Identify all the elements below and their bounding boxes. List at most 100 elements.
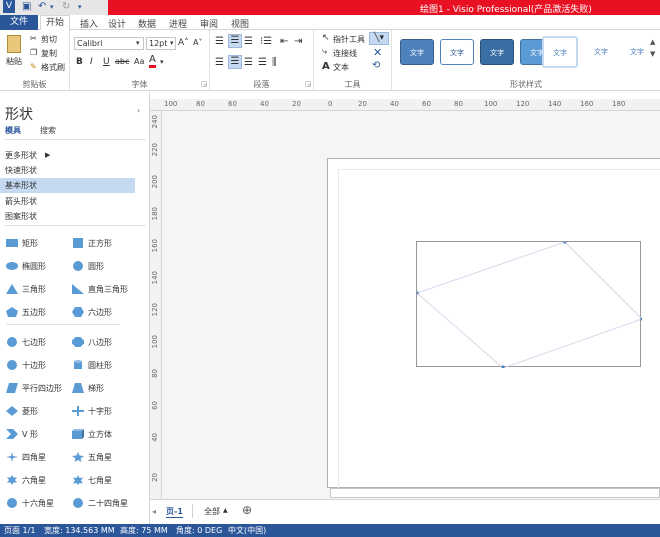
bold-icon[interactable]: B xyxy=(76,57,83,67)
font-name-chevron-down-icon[interactable]: ▾ xyxy=(136,39,140,47)
shape-style-6[interactable]: 文字 xyxy=(584,39,618,65)
drawing-page[interactable] xyxy=(327,158,660,489)
shape-style-1[interactable]: 文字 xyxy=(400,39,434,65)
ruler-label: 40 xyxy=(390,100,399,108)
category-pattern-shapes[interactable]: 图案形状 xyxy=(5,211,37,222)
align-left-icon[interactable]: ☰ xyxy=(215,57,224,68)
redo-icon[interactable]: ↻ xyxy=(62,1,70,12)
font-case-icon[interactable]: Aa xyxy=(134,57,144,66)
previous-page-icon[interactable]: ◂ xyxy=(152,507,156,516)
increase-indent-icon[interactable]: ⇥ xyxy=(294,36,302,47)
panel-divider xyxy=(4,225,146,226)
format-painter-icon[interactable]: ✎ xyxy=(30,62,37,71)
align-center-icon[interactable]: ☰ xyxy=(228,55,242,69)
five-point-star-icon xyxy=(72,452,84,462)
grow-font-icon[interactable]: A˄ xyxy=(178,38,189,48)
category-more-shapes[interactable]: 更多形状 xyxy=(5,150,37,161)
pointer-tool-button[interactable]: 指针工具 xyxy=(333,34,365,45)
decrease-indent-icon[interactable]: ⇤ xyxy=(280,36,288,47)
shape-styles-group-label: 形状样式 xyxy=(510,80,542,89)
category-arrow-shapes[interactable]: 箭头形状 xyxy=(5,196,37,207)
all-pages-button[interactable]: 全部 xyxy=(204,506,220,517)
cut-button[interactable]: 剪切 xyxy=(41,34,57,45)
styles-scroll-up-icon[interactable]: ▲ xyxy=(650,38,655,46)
align-right-icon[interactable]: ☰ xyxy=(244,57,253,68)
align-bottom-icon[interactable]: ☰ xyxy=(244,36,253,47)
text-tool-icon[interactable]: A xyxy=(322,61,330,72)
tab-insert[interactable]: 插入 xyxy=(80,17,98,30)
line-tool-icon[interactable]: ╲▾ xyxy=(369,32,389,45)
drawing-canvas[interactable] xyxy=(162,111,660,499)
paste-icon[interactable] xyxy=(7,35,21,53)
paste-button[interactable]: 粘贴 xyxy=(6,56,22,67)
font-dialog-launcher-icon[interactable]: ◲ xyxy=(201,80,208,88)
format-painter-button[interactable]: 格式刷 xyxy=(41,62,65,73)
save-icon[interactable]: ▣ xyxy=(22,1,31,12)
tab-stencils[interactable]: 模具 xyxy=(5,125,21,136)
tab-design[interactable]: 设计 xyxy=(108,17,126,30)
ruler-label: 80 xyxy=(151,369,159,378)
add-page-icon[interactable]: ⊕ xyxy=(242,503,252,517)
undo-dropdown-icon[interactable]: ▾ xyxy=(50,3,54,11)
align-top-icon[interactable]: ☰ xyxy=(215,36,224,47)
copy-button[interactable]: 复制 xyxy=(41,48,57,59)
styles-scroll-down-icon[interactable]: ▼ xyxy=(650,50,655,58)
connector-button[interactable]: 连接线 xyxy=(333,48,357,59)
diamond-icon xyxy=(6,406,18,416)
customize-quick-access-icon[interactable]: ▾ xyxy=(78,3,82,11)
justify-icon[interactable]: ☰ xyxy=(258,57,267,68)
connector-icon[interactable]: ⤷ xyxy=(322,47,327,57)
tab-data[interactable]: 数据 xyxy=(138,17,156,30)
status-angle: 角度: 0 DEG xyxy=(176,526,223,535)
collapse-panel-chevron-icon[interactable]: ‹ xyxy=(137,106,140,115)
shape-style-5-selected[interactable]: 文字 xyxy=(542,36,578,68)
decagon-icon xyxy=(7,360,17,370)
text-direction-icon[interactable]: ⫼ xyxy=(272,57,277,68)
paragraph-dialog-launcher-icon[interactable]: ◲ xyxy=(305,80,312,88)
shape-style-3[interactable]: 文字 xyxy=(480,39,514,65)
close-icon[interactable]: ✕ xyxy=(373,46,382,59)
all-pages-chevron-up-icon[interactable]: ▲ xyxy=(223,507,228,514)
undo-icon[interactable]: ↶ xyxy=(38,1,46,12)
italic-icon[interactable]: I xyxy=(90,57,93,67)
ruler-label: 180 xyxy=(612,100,626,108)
rotate-tool-icon[interactable]: ⟲ xyxy=(372,60,380,71)
copy-icon[interactable]: ❐ xyxy=(30,48,37,57)
font-color-icon[interactable]: A xyxy=(149,55,156,68)
tab-view[interactable]: 视图 xyxy=(231,17,249,30)
selected-shape-bounding-box[interactable] xyxy=(416,241,642,368)
category-quick-shapes[interactable]: 快速形状 xyxy=(5,165,37,176)
ruler-label: 60 xyxy=(228,100,237,108)
ruler-label: 20 xyxy=(358,100,367,108)
tab-search[interactable]: 搜索 xyxy=(40,125,56,136)
ruler-label: 180 xyxy=(151,207,159,221)
tab-file[interactable]: 文件 xyxy=(0,15,38,30)
font-size-chevron-down-icon[interactable]: ▾ xyxy=(170,39,174,47)
font-name-select[interactable]: Calibri xyxy=(74,37,144,50)
tab-review[interactable]: 审阅 xyxy=(200,17,218,30)
panel-divider xyxy=(4,139,146,140)
cut-icon[interactable]: ✂ xyxy=(30,34,37,43)
tab-process[interactable]: 进程 xyxy=(169,17,187,30)
ruler-label: 100 xyxy=(484,100,498,108)
horizontal-ruler: 100 80 60 40 20 0 20 40 60 80 100 120 14… xyxy=(150,99,660,111)
text-tool-button[interactable]: 文本 xyxy=(333,62,349,73)
strikethrough-icon[interactable]: abc xyxy=(115,57,129,66)
status-language: 中文(中国) xyxy=(228,526,267,535)
clipboard-group: 粘贴 ✂ 剪切 ❐ 复制 ✎ 格式刷 剪贴板 xyxy=(0,30,70,91)
align-middle-icon[interactable]: ☰ xyxy=(228,34,242,48)
font-color-chevron-down-icon[interactable]: ▾ xyxy=(160,58,164,66)
page-tabs-bar: ◂ 页-1 全部 ▲ ⊕ xyxy=(150,499,660,524)
ruler-label: 120 xyxy=(151,303,159,317)
page-tab-1[interactable]: 页-1 xyxy=(166,506,183,518)
underline-icon[interactable]: U xyxy=(103,57,110,67)
shape-style-7[interactable]: 文字 xyxy=(620,39,654,65)
shrink-font-icon[interactable]: A˅ xyxy=(193,38,202,47)
shape-style-2[interactable]: 文字 xyxy=(440,39,474,65)
category-basic-shapes[interactable]: 基本形状 xyxy=(5,180,37,191)
status-bar: 页面 1/1 宽度: 134.563 MM 高度: 75 MM 角度: 0 DE… xyxy=(0,524,660,537)
horizontal-scrollbar[interactable] xyxy=(330,488,660,498)
pointer-tool-icon[interactable]: ↖ xyxy=(322,33,330,43)
bullets-icon[interactable]: ⁝☰ xyxy=(260,36,272,47)
tab-home[interactable]: 开始 xyxy=(40,15,71,31)
